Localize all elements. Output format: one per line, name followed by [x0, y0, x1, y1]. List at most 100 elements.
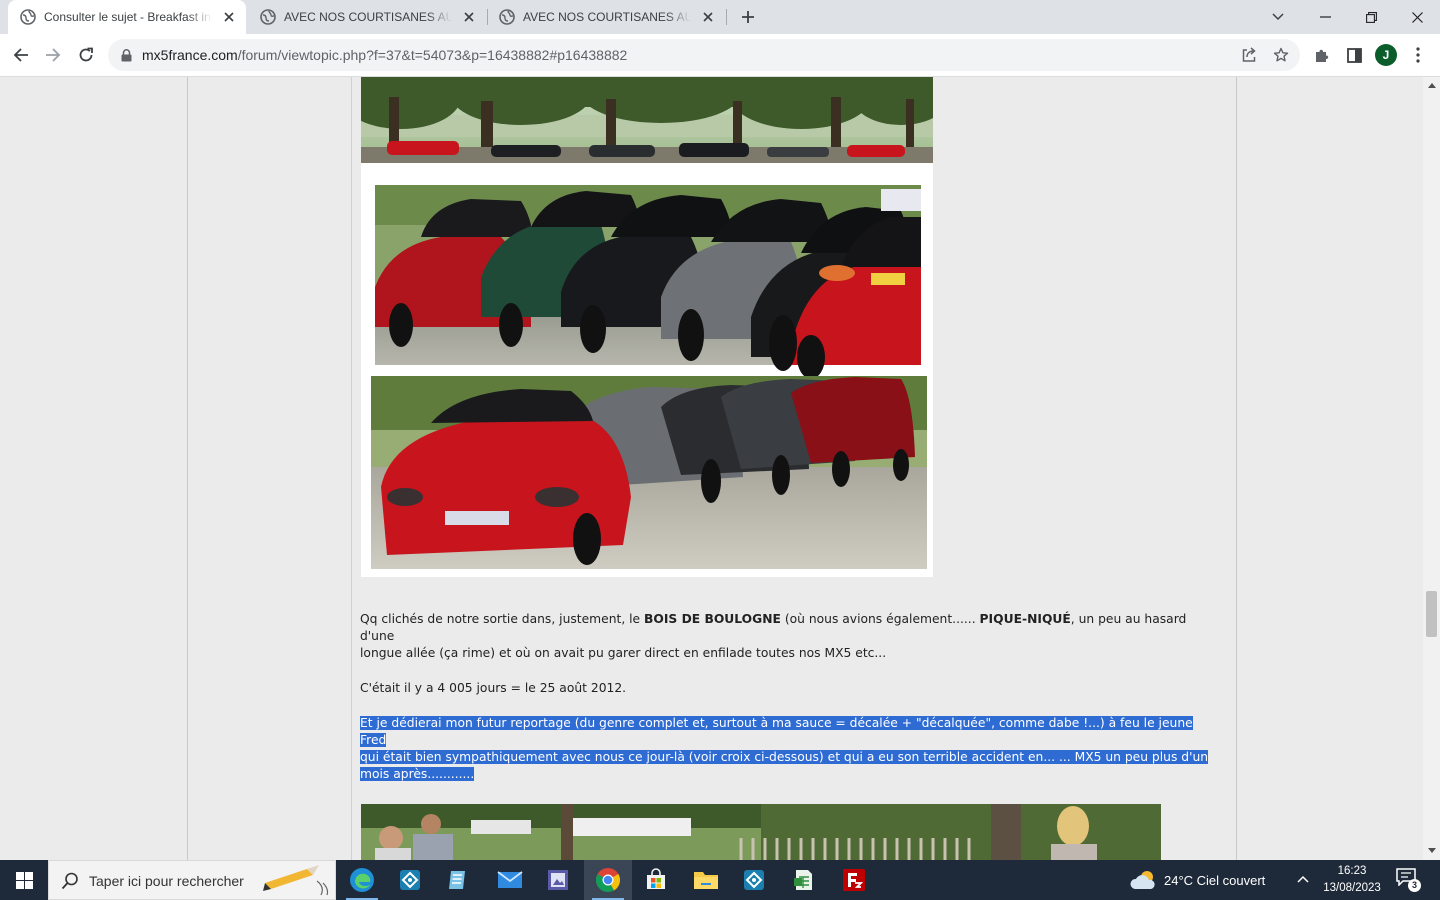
system-clock[interactable]: 16:23 13/08/2023	[1318, 863, 1386, 897]
url-text[interactable]: mx5france.com/forum/viewtopic.php?f=37&t…	[142, 47, 627, 63]
browser-toolbar: mx5france.com/forum/viewtopic.php?f=37&t…	[0, 34, 1440, 77]
weather-text: 24°C Ciel couvert	[1164, 872, 1266, 888]
bookmark-star-icon[interactable]	[1272, 46, 1290, 64]
scroll-up-arrow-icon[interactable]	[1427, 81, 1436, 90]
taskbar-app-store-1[interactable]	[386, 860, 434, 900]
clock-date: 13/08/2023	[1323, 882, 1381, 894]
tab-separator	[726, 9, 727, 25]
close-icon[interactable]	[699, 8, 717, 26]
taskbar-filezilla[interactable]	[830, 860, 878, 900]
app-diamond-icon	[400, 870, 420, 890]
post-photo-cars[interactable]	[361, 77, 933, 577]
selected-text: Et je dédierai mon futur reportage (du g…	[360, 716, 1193, 747]
post-column-divider	[351, 77, 352, 860]
url-path: /forum/viewtopic.php?f=37&t=54073&p=1643…	[237, 47, 628, 63]
profile-avatar[interactable]: J	[1375, 44, 1397, 66]
selected-text: mois après............	[360, 767, 475, 781]
taskbar-chrome[interactable]	[584, 860, 632, 900]
scroll-down-arrow-icon[interactable]	[1427, 846, 1436, 855]
chevron-down-icon	[1272, 13, 1284, 21]
taskbar-spreadsheet[interactable]	[780, 860, 828, 900]
taskbar-app-store-2[interactable]	[730, 860, 778, 900]
image-viewer-icon	[548, 870, 568, 890]
taskbar-app-notes[interactable]	[434, 860, 482, 900]
edge-icon	[350, 868, 374, 892]
cloud-sun-icon	[1130, 871, 1155, 889]
globe-icon	[499, 9, 515, 25]
side-panel-icon	[1346, 47, 1362, 63]
taskbar-file-explorer[interactable]	[682, 860, 730, 900]
close-icon[interactable]	[460, 8, 478, 26]
side-panel-button[interactable]	[1339, 40, 1369, 70]
minimize-button[interactable]	[1302, 0, 1348, 34]
post-paragraph-1: Qq clichés de notre sortie dans, justeme…	[360, 612, 1187, 643]
tab-1[interactable]: Consulter le sujet - Breakfast in Paris	[8, 0, 246, 34]
clock-time: 16:23	[1337, 865, 1367, 877]
share-icon[interactable]	[1240, 46, 1258, 64]
tab-2[interactable]: AVEC NOS COURTISANES AU BOIS	[248, 0, 486, 34]
arrow-left-icon	[13, 48, 28, 62]
windows-logo-icon	[15, 871, 33, 889]
tab-title: AVEC NOS COURTISANES AU BOIS	[523, 10, 691, 24]
filezilla-icon	[843, 869, 865, 891]
taskbar-mail[interactable]	[486, 860, 534, 900]
extensions-button[interactable]	[1307, 40, 1337, 70]
forum-page: Qq clichés de notre sortie dans, justeme…	[187, 77, 1237, 860]
menu-button[interactable]	[1403, 40, 1433, 70]
taskbar-edge[interactable]	[338, 860, 386, 900]
bold-bois-de-boulogne: BOIS DE BOULOGNE	[644, 612, 781, 626]
tab-3[interactable]: AVEC NOS COURTISANES AU BOIS	[487, 0, 725, 34]
post-photo-picnic[interactable]	[361, 804, 1161, 860]
minimize-icon	[1319, 16, 1331, 18]
address-bar[interactable]: mx5france.com/forum/viewtopic.php?f=37&t…	[108, 39, 1300, 71]
taskbar-app-viewer[interactable]	[534, 860, 582, 900]
tab-title: AVEC NOS COURTISANES AU BOIS	[284, 10, 452, 24]
search-placeholder: Taper ici pour rechercher	[89, 873, 244, 889]
scroll-thumb[interactable]	[1426, 591, 1437, 637]
page-scrollbar[interactable]	[1423, 77, 1440, 860]
close-icon[interactable]	[220, 8, 238, 26]
tab-search-button[interactable]	[1264, 0, 1292, 34]
forward-button[interactable]	[38, 40, 68, 70]
notepad-icon	[449, 871, 465, 889]
store-icon	[647, 868, 665, 889]
post-body: Qq clichés de notre sortie dans, justeme…	[360, 611, 1220, 783]
mail-icon	[497, 871, 523, 888]
taskbar-search-box[interactable]: Taper ici pour rechercher	[48, 860, 336, 900]
reload-button[interactable]	[71, 40, 101, 70]
notification-center-button[interactable]: 3	[1396, 868, 1424, 894]
windows-taskbar: Taper ici pour rechercher 24°C Ciel couv…	[0, 860, 1440, 900]
chevron-up-icon[interactable]	[1296, 872, 1310, 886]
tab-strip: Consulter le sujet - Breakfast in Paris …	[0, 0, 1440, 34]
bold-pique-nique: PIQUE-NIQUÉ	[979, 612, 1071, 626]
weather-widget[interactable]: 24°C Ciel couvert	[1130, 860, 1265, 900]
selected-text: qui était bien sympathiquement avec nous…	[360, 750, 1209, 764]
post-paragraph-2: C'était il y a 4 005 jours = le 25 août …	[360, 681, 627, 695]
notification-count-badge: 3	[1408, 879, 1421, 892]
start-button[interactable]	[0, 860, 48, 900]
spreadsheet-icon	[794, 870, 812, 890]
restore-icon	[1365, 11, 1377, 23]
pencil-doodle-icon	[263, 865, 329, 896]
taskbar-store[interactable]	[632, 860, 680, 900]
restore-button[interactable]	[1348, 0, 1394, 34]
chrome-icon	[595, 868, 621, 893]
arrow-right-icon	[46, 48, 61, 62]
page-viewport: Qq clichés de notre sortie dans, justeme…	[0, 77, 1423, 860]
close-window-button[interactable]	[1394, 0, 1440, 34]
globe-icon	[260, 9, 276, 25]
kebab-menu-icon	[1416, 47, 1420, 63]
post-paragraph-3: Et je dédierai mon futur reportage (du g…	[360, 715, 1220, 749]
new-tab-button[interactable]	[734, 0, 762, 34]
plus-icon	[742, 11, 754, 23]
globe-icon	[20, 9, 36, 25]
search-icon	[61, 872, 78, 890]
post-paragraph-1-line-2: longue allée (ça rime) et où on avait pu…	[360, 646, 887, 660]
url-host: mx5france.com	[142, 47, 238, 63]
lock-icon[interactable]	[117, 46, 135, 64]
app-diamond-icon	[744, 870, 764, 890]
tab-title: Consulter le sujet - Breakfast in Paris	[44, 10, 212, 24]
folder-icon	[694, 872, 718, 889]
close-icon	[1411, 11, 1423, 23]
back-button[interactable]	[6, 40, 36, 70]
